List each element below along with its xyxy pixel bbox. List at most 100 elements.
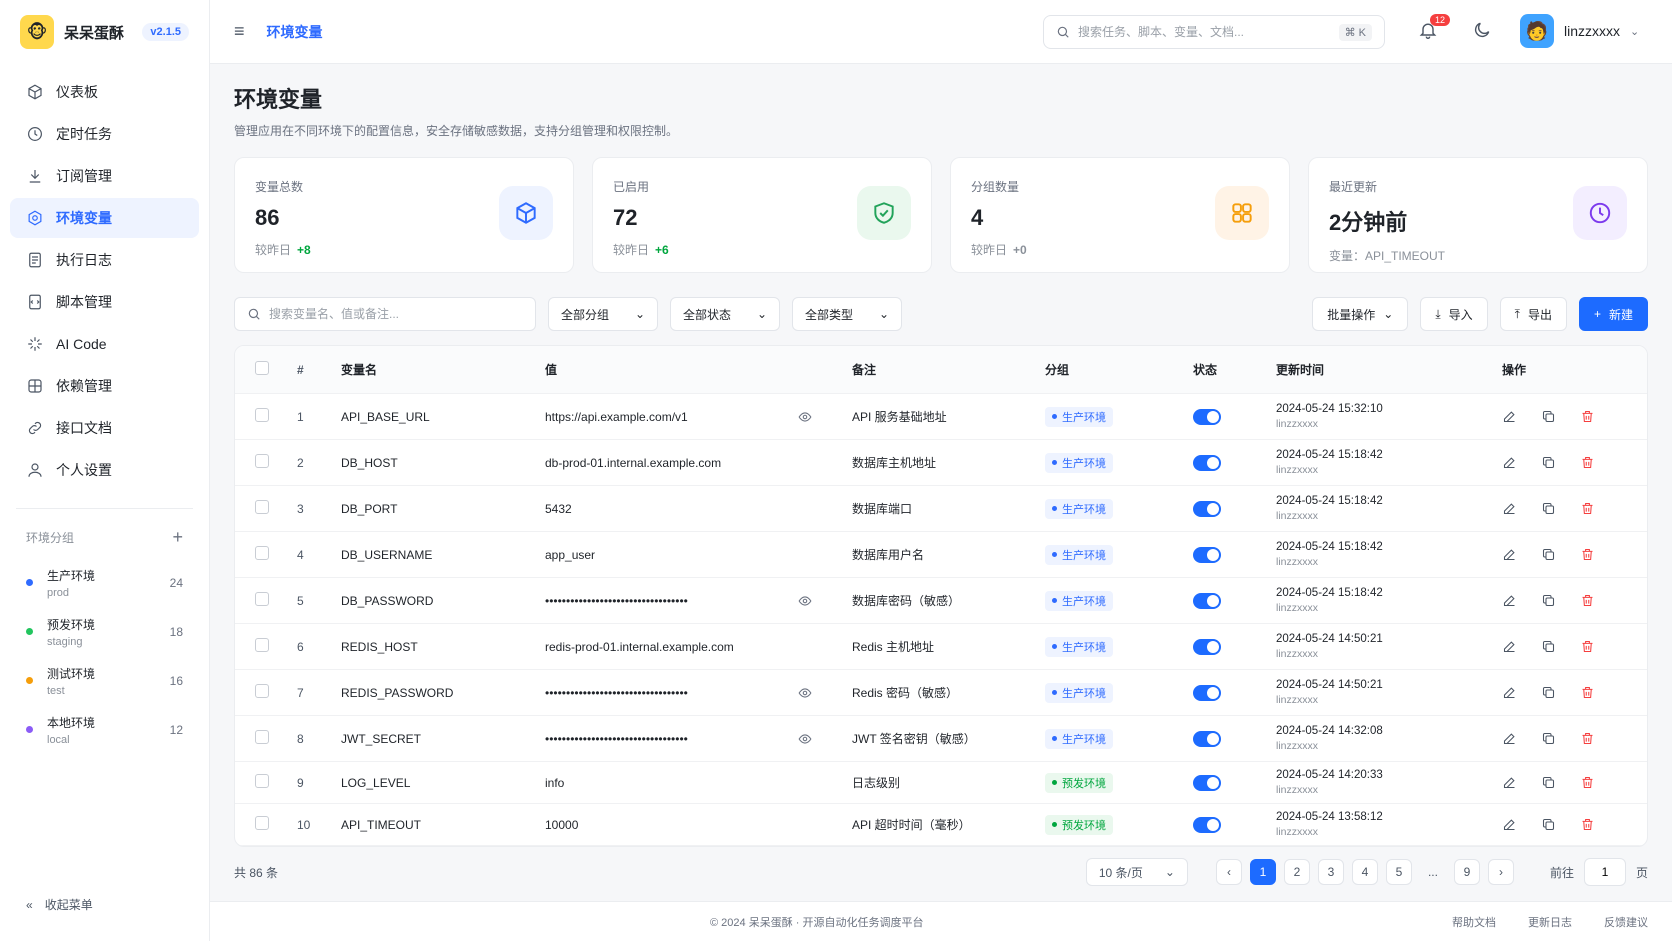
sidebar-item-9[interactable]: 个人设置 <box>10 450 199 490</box>
edit-icon[interactable] <box>1502 639 1517 654</box>
status-toggle[interactable] <box>1193 592 1221 609</box>
copy-icon[interactable] <box>1541 731 1556 746</box>
status-toggle[interactable] <box>1193 774 1221 791</box>
delete-icon[interactable] <box>1580 639 1595 654</box>
footer-link[interactable]: 帮助文档 <box>1452 914 1496 930</box>
status-toggle[interactable] <box>1193 638 1221 655</box>
row-checkbox[interactable] <box>255 408 269 422</box>
env-group-item[interactable]: 测试环境 test 16 <box>0 656 209 705</box>
delete-icon[interactable] <box>1580 547 1595 562</box>
page-button[interactable]: 2 <box>1283 859 1310 885</box>
copy-icon[interactable] <box>1541 817 1556 832</box>
status-toggle[interactable] <box>1193 816 1221 833</box>
dark-mode-moon-icon[interactable] <box>1472 20 1492 43</box>
sidebar-item-3[interactable]: 环境变量 <box>10 198 199 238</box>
filter-status-select[interactable]: 全部状态 ⌄ <box>670 297 780 331</box>
delete-icon[interactable] <box>1580 731 1595 746</box>
page-button[interactable]: 4 <box>1351 859 1378 885</box>
delete-icon[interactable] <box>1580 817 1595 832</box>
import-button[interactable]: ⤓ 导入 <box>1420 297 1488 331</box>
eye-icon[interactable] <box>798 732 812 746</box>
sidebar-item-2[interactable]: 订阅管理 <box>10 156 199 196</box>
breadcrumb[interactable]: 环境变量 <box>267 22 323 42</box>
edit-icon[interactable] <box>1502 685 1517 700</box>
select-all-checkbox[interactable] <box>255 361 269 375</box>
notification-bell-icon[interactable]: 12 <box>1418 14 1451 43</box>
edit-icon[interactable] <box>1502 775 1517 790</box>
hamburger-menu-icon[interactable]: ≡ <box>234 21 245 42</box>
page-size-select[interactable]: 10 条/页 ⌄ <box>1085 858 1188 886</box>
page-button[interactable]: 5 <box>1385 859 1412 885</box>
global-search[interactable]: ⌘ K <box>1043 15 1385 49</box>
status-toggle[interactable] <box>1193 500 1221 517</box>
filter-type-select[interactable]: 全部类型 ⌄ <box>792 297 902 331</box>
filter-group-select[interactable]: 全部分组 ⌄ <box>548 297 658 331</box>
eye-icon[interactable] <box>798 594 812 608</box>
sidebar-item-7[interactable]: 依赖管理 <box>10 366 199 406</box>
eye-icon[interactable] <box>798 686 812 700</box>
prev-page-button[interactable]: ‹ <box>1215 859 1242 885</box>
delete-icon[interactable] <box>1580 409 1595 424</box>
delete-icon[interactable] <box>1580 775 1595 790</box>
env-group-item[interactable]: 本地环境 local 12 <box>0 705 209 754</box>
env-group-item[interactable]: 生产环境 prod 24 <box>0 558 209 607</box>
edit-icon[interactable] <box>1502 731 1517 746</box>
delete-icon[interactable] <box>1580 593 1595 608</box>
export-button[interactable]: ⤒ 导出 <box>1499 297 1567 331</box>
goto-page-input[interactable] <box>1583 858 1626 886</box>
add-group-icon[interactable]: + <box>172 527 183 548</box>
sidebar-item-1[interactable]: 定时任务 <box>10 114 199 154</box>
batch-actions-button[interactable]: 批量操作 ⌄ <box>1312 297 1409 331</box>
row-checkbox[interactable] <box>255 500 269 514</box>
copy-icon[interactable] <box>1541 547 1556 562</box>
env-group-item[interactable]: 预发环境 staging 18 <box>0 607 209 656</box>
sidebar-item-5[interactable]: 脚本管理 <box>10 282 199 322</box>
page-button-last[interactable]: 9 <box>1453 859 1480 885</box>
row-checkbox[interactable] <box>255 684 269 698</box>
create-button[interactable]: + 新建 <box>1578 297 1648 331</box>
sidebar-item-6[interactable]: AI Code <box>10 324 199 364</box>
status-toggle[interactable] <box>1193 546 1221 563</box>
edit-icon[interactable] <box>1502 547 1517 562</box>
row-checkbox[interactable] <box>255 730 269 744</box>
footer-link[interactable]: 更新日志 <box>1528 914 1572 930</box>
edit-icon[interactable] <box>1502 455 1517 470</box>
status-toggle[interactable] <box>1193 454 1221 471</box>
copy-icon[interactable] <box>1541 685 1556 700</box>
delete-icon[interactable] <box>1580 685 1595 700</box>
page-button[interactable]: 3 <box>1317 859 1344 885</box>
edit-icon[interactable] <box>1502 593 1517 608</box>
copy-icon[interactable] <box>1541 639 1556 654</box>
variable-search[interactable] <box>234 297 536 331</box>
sidebar-item-8[interactable]: 接口文档 <box>10 408 199 448</box>
delete-icon[interactable] <box>1580 501 1595 516</box>
global-search-input[interactable] <box>1078 25 1331 39</box>
copy-icon[interactable] <box>1541 501 1556 516</box>
sidebar-item-4[interactable]: 执行日志 <box>10 240 199 280</box>
row-checkbox[interactable] <box>255 454 269 468</box>
eye-icon[interactable] <box>798 410 812 424</box>
page-button[interactable]: 1 <box>1249 859 1276 885</box>
footer-link[interactable]: 反馈建议 <box>1604 914 1648 930</box>
user-menu[interactable]: 🧑 linzzxxxx ⌄ <box>1520 14 1639 48</box>
copy-icon[interactable] <box>1541 593 1556 608</box>
delete-icon[interactable] <box>1580 455 1595 470</box>
collapse-menu-button[interactable]: « 收起菜单 <box>26 896 93 913</box>
row-checkbox[interactable] <box>255 774 269 788</box>
row-checkbox[interactable] <box>255 638 269 652</box>
status-toggle[interactable] <box>1193 684 1221 701</box>
edit-icon[interactable] <box>1502 817 1517 832</box>
variable-search-input[interactable] <box>269 307 523 321</box>
row-checkbox[interactable] <box>255 816 269 830</box>
copy-icon[interactable] <box>1541 775 1556 790</box>
copy-icon[interactable] <box>1541 409 1556 424</box>
copy-icon[interactable] <box>1541 455 1556 470</box>
next-page-button[interactable]: › <box>1487 859 1514 885</box>
status-toggle[interactable] <box>1193 408 1221 425</box>
edit-icon[interactable] <box>1502 501 1517 516</box>
sidebar-item-0[interactable]: 仪表板 <box>10 72 199 112</box>
edit-icon[interactable] <box>1502 409 1517 424</box>
row-checkbox[interactable] <box>255 546 269 560</box>
status-toggle[interactable] <box>1193 730 1221 747</box>
row-checkbox[interactable] <box>255 592 269 606</box>
